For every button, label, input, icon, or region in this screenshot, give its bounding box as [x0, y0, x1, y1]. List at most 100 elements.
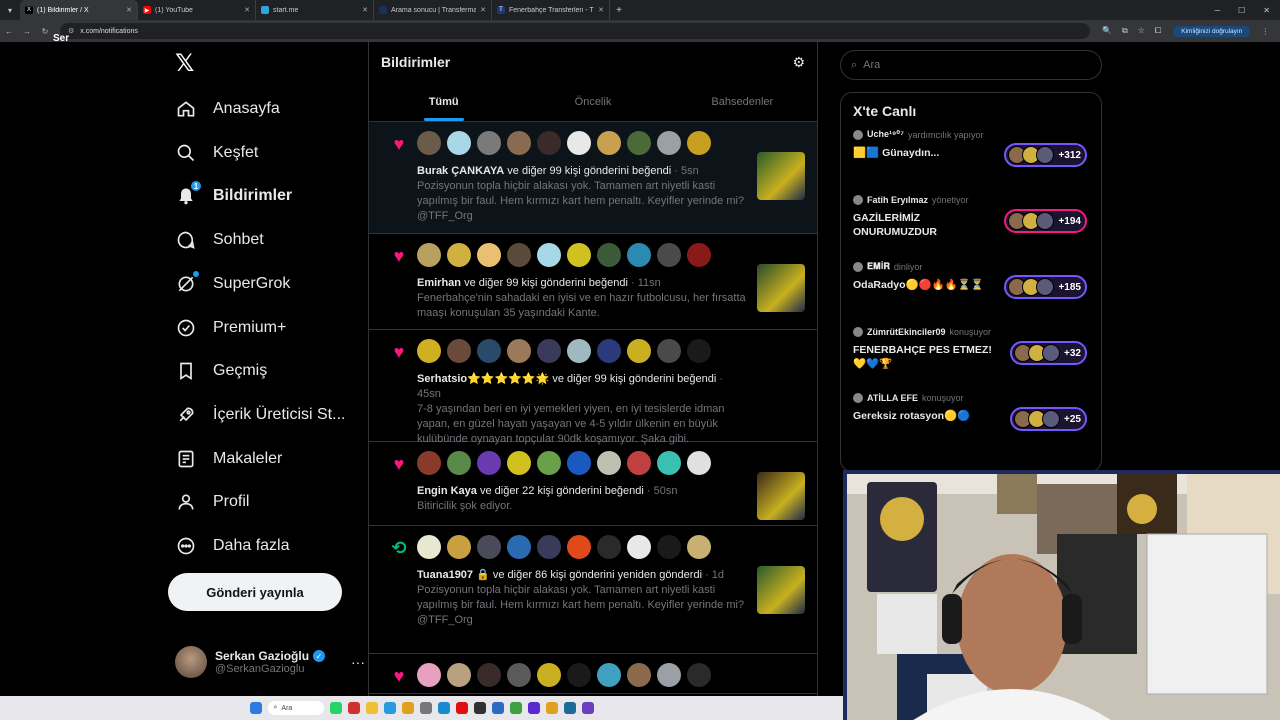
- avatar[interactable]: [477, 535, 501, 559]
- notification-item[interactable]: ⟲ Tuana1907 🔒 ve diğer 86 kişi gönderini …: [369, 526, 817, 654]
- explorer-icon[interactable]: [365, 702, 378, 714]
- avatar[interactable]: [657, 451, 681, 475]
- nav-item[interactable]: Geçmiş: [175, 351, 267, 391]
- avatar[interactable]: [567, 535, 591, 559]
- app-icon-6[interactable]: [563, 702, 576, 714]
- notification-item[interactable]: ♥ Burak ÇANKAYA ve diğer 99 kişi gönderin…: [369, 122, 817, 234]
- avatar[interactable]: [507, 663, 531, 687]
- tab-close-icon[interactable]: ✕: [244, 6, 250, 14]
- actor-name[interactable]: Burak ÇANKAYA: [417, 165, 504, 177]
- nav-item[interactable]: Makaleler: [175, 439, 282, 479]
- avatar[interactable]: [687, 663, 711, 687]
- x-logo-icon[interactable]: 𝕏: [175, 52, 199, 76]
- avatar[interactable]: [627, 663, 651, 687]
- taskbar-search[interactable]: ⌕ Ara: [267, 701, 324, 715]
- new-tab-button[interactable]: +: [610, 5, 628, 16]
- post-thumbnail[interactable]: [757, 152, 805, 200]
- avatar[interactable]: [687, 131, 711, 155]
- avatar[interactable]: [597, 451, 621, 475]
- avatar[interactable]: [567, 451, 591, 475]
- space-listeners-pill[interactable]: +185: [1004, 275, 1087, 299]
- bookmark-star-icon[interactable]: ☆: [1138, 26, 1145, 36]
- address-bar[interactable]: ⚙ x.com/notifications: [60, 23, 1090, 39]
- live-space-item[interactable]: ZümrütEkinciler09 konuşuyor FENERBAHÇE P…: [853, 327, 1089, 393]
- avatar[interactable]: [567, 131, 591, 155]
- notification-item[interactable]: ♥ Engin Kaya ve diğer 22 kişi gönderini b…: [369, 442, 817, 526]
- avatar[interactable]: [627, 131, 651, 155]
- avatar[interactable]: [657, 243, 681, 267]
- notification-item[interactable]: ♥ Emirhan ve diğer 99 kişi gönderini beğe…: [369, 234, 817, 330]
- avatar[interactable]: [537, 535, 561, 559]
- avatar[interactable]: [477, 131, 501, 155]
- avatar[interactable]: [567, 243, 591, 267]
- avatar[interactable]: [507, 243, 531, 267]
- notification-tab[interactable]: Bahsedenler: [668, 82, 817, 121]
- nav-item[interactable]: 1 Bildirimler: [175, 176, 292, 216]
- browser-tab[interactable]: Arama sonucu | Transfermarkt ✕: [374, 0, 492, 20]
- search-input[interactable]: ⌕ Ara: [840, 50, 1102, 80]
- avatar[interactable]: [657, 535, 681, 559]
- avatar[interactable]: [537, 339, 561, 363]
- avatar[interactable]: [657, 131, 681, 155]
- avatar[interactable]: [447, 451, 471, 475]
- live-space-item[interactable]: ATİLLA EFE konuşuyor Gereksiz rotasyon🟡🔵…: [853, 393, 1089, 459]
- live-space-item[interactable]: Uche¹⁹⁰⁷ yardımcılık yapıyor 🟨🟦 Günaydın…: [853, 129, 1089, 195]
- avatar[interactable]: [537, 131, 561, 155]
- avatar[interactable]: [477, 451, 501, 475]
- avatar[interactable]: [417, 131, 441, 155]
- avatar[interactable]: [597, 243, 621, 267]
- browser-menu-icon[interactable]: ⋮: [1256, 27, 1274, 36]
- telegram-icon[interactable]: [383, 702, 396, 714]
- nav-item[interactable]: Keşfet: [175, 133, 258, 173]
- minimize-icon[interactable]: ─: [1214, 6, 1220, 15]
- avatar[interactable]: [657, 663, 681, 687]
- avatar[interactable]: [657, 339, 681, 363]
- browser-tab[interactable]: start.me ✕: [256, 0, 374, 20]
- post-thumbnail[interactable]: [757, 264, 805, 312]
- avatar[interactable]: [687, 451, 711, 475]
- browser-tab[interactable]: X (1) Bildirimler / X ✕: [20, 0, 138, 20]
- chrome-icon[interactable]: [401, 702, 414, 714]
- actor-name[interactable]: Serhatsio⭐⭐⭐⭐⭐🌟: [417, 373, 549, 385]
- notification-item[interactable]: ♥ Serhatsio⭐⭐⭐⭐⭐🌟 ve diğer 99 kişi gönder…: [369, 330, 817, 445]
- tab-close-icon[interactable]: ✕: [480, 6, 486, 14]
- settings-gear-icon[interactable]: ⚙: [792, 54, 805, 71]
- browser-tab[interactable]: T Fenerbahçe Transferleri - Tüm S... ✕: [492, 0, 610, 20]
- app-icon-3[interactable]: [491, 702, 504, 714]
- settings-app-icon[interactable]: [419, 702, 432, 714]
- avatar[interactable]: [597, 663, 621, 687]
- avatar[interactable]: [447, 243, 471, 267]
- avatar[interactable]: [417, 451, 441, 475]
- more-options-icon[interactable]: ···: [351, 654, 365, 670]
- cast-icon[interactable]: ⧉: [1122, 26, 1128, 36]
- edge-icon[interactable]: [437, 702, 450, 714]
- nav-item[interactable]: SuperGrok: [175, 264, 290, 304]
- avatar[interactable]: [627, 535, 651, 559]
- avatar[interactable]: [687, 535, 711, 559]
- avatar[interactable]: [597, 131, 621, 155]
- account-switcher[interactable]: Serkan Gazioğlu ✓ @SerkanGazioglu ···: [175, 642, 365, 682]
- avatar[interactable]: [537, 451, 561, 475]
- live-space-item[interactable]: 𝐄𝐌İ𝐑 dinliyor OdaRadyo🟡🔴🔥🔥⏳⏳ +185: [853, 261, 1089, 327]
- avatar[interactable]: [417, 663, 441, 687]
- netflix-icon[interactable]: [455, 702, 468, 714]
- app-icon-7[interactable]: [581, 702, 594, 714]
- avatar[interactable]: [507, 451, 531, 475]
- zoom-icon[interactable]: 🔍: [1102, 26, 1112, 36]
- extensions-icon[interactable]: ⧠: [1155, 26, 1161, 36]
- maximize-icon[interactable]: ☐: [1238, 6, 1245, 15]
- close-window-icon[interactable]: ✕: [1263, 6, 1270, 15]
- avatar[interactable]: [537, 243, 561, 267]
- avatar[interactable]: [477, 663, 501, 687]
- avatar[interactable]: [597, 535, 621, 559]
- avatar[interactable]: [597, 339, 621, 363]
- app-icon-2[interactable]: [473, 702, 486, 714]
- actor-name[interactable]: Engin Kaya: [417, 485, 477, 497]
- nav-item[interactable]: Anasayfa: [175, 89, 280, 129]
- notification-item[interactable]: ♥: [369, 654, 817, 694]
- avatar[interactable]: [627, 339, 651, 363]
- avatar[interactable]: [567, 663, 591, 687]
- windows-start-icon[interactable]: [249, 702, 262, 714]
- actor-name[interactable]: Emirhan: [417, 277, 461, 289]
- space-listeners-pill[interactable]: +194: [1004, 209, 1087, 233]
